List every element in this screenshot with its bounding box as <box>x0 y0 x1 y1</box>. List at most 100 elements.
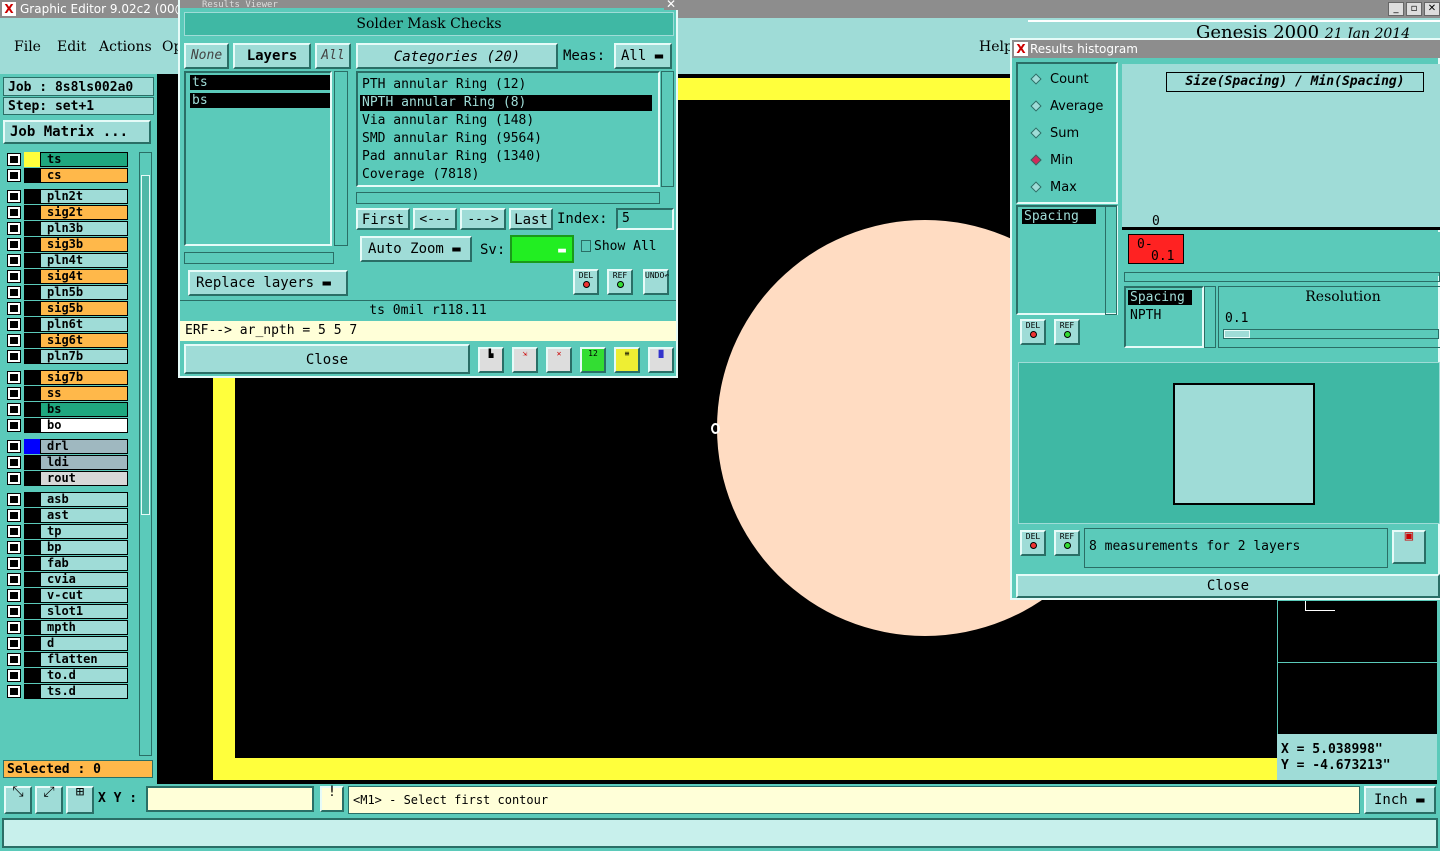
layer-checkbox[interactable] <box>7 387 21 400</box>
layer-name[interactable]: v-cut <box>40 588 128 603</box>
layer-row-pln2t[interactable]: pln2t <box>6 189 128 204</box>
layer-checkbox[interactable] <box>7 286 21 299</box>
radio-sum[interactable]: Sum <box>1030 126 1112 141</box>
mark-icon[interactable]: ▙ <box>478 347 504 373</box>
undo-button[interactable]: UNDO↶ <box>643 269 669 295</box>
layer-color-swatch[interactable] <box>24 253 40 268</box>
layer-name[interactable]: bp <box>40 540 128 555</box>
layer-checkbox[interactable] <box>7 472 21 485</box>
layer-checkbox[interactable] <box>7 190 21 203</box>
layer-row-bp[interactable]: bp <box>6 540 128 555</box>
next-button[interactable]: ---> <box>460 208 506 230</box>
exit-icon[interactable]: ⇲ <box>512 347 538 373</box>
layer-row-tp[interactable]: tp <box>6 524 128 539</box>
zoom-box-icon[interactable]: ⤡ <box>4 785 32 814</box>
layer-row-ast[interactable]: ast <box>6 508 128 523</box>
maximize-button[interactable]: ▫ <box>1406 2 1422 16</box>
layer-color-swatch[interactable] <box>24 572 40 587</box>
layer-checkbox[interactable] <box>7 318 21 331</box>
layer-name[interactable]: bo <box>40 418 128 433</box>
layer-checkbox[interactable] <box>7 685 21 698</box>
layer-name[interactable]: tp <box>40 524 128 539</box>
layer-name[interactable]: sig3b <box>40 237 128 252</box>
categories-vscroll[interactable] <box>661 71 674 187</box>
layer-color-swatch[interactable] <box>24 471 40 486</box>
layer-row-rout[interactable]: rout <box>6 471 128 486</box>
first-button[interactable]: First <box>356 208 410 230</box>
layer-color-swatch[interactable] <box>24 439 40 454</box>
layer-row-v-cut[interactable]: v-cut <box>6 588 128 603</box>
layer-row-ss[interactable]: ss <box>6 386 128 401</box>
measure-vscroll[interactable] <box>1105 205 1117 315</box>
filter-npth[interactable]: NPTH <box>1130 308 1161 323</box>
grid-icon[interactable]: ⊞ <box>66 785 94 814</box>
result-layer-bs[interactable]: bs <box>190 93 330 108</box>
layer-name[interactable]: mpth <box>40 620 128 635</box>
layer-name[interactable]: rout <box>40 471 128 486</box>
last-button[interactable]: Last <box>509 208 553 230</box>
layer-name[interactable]: sig4t <box>40 269 128 284</box>
erf-off-icon[interactable]: ✕ <box>546 347 572 373</box>
layer-row-cvia[interactable]: cvia <box>6 572 128 587</box>
layer-checkbox[interactable] <box>7 206 21 219</box>
ref-button[interactable]: REF <box>607 269 633 295</box>
layer-checkbox[interactable] <box>7 222 21 235</box>
histogram-bin-0[interactable]: 0- 0.1 <box>1128 234 1184 264</box>
layer-row-sig3b[interactable]: sig3b <box>6 237 128 252</box>
pan-icon[interactable]: ⤢ <box>35 785 63 814</box>
layer-color-swatch[interactable] <box>24 152 40 167</box>
layer-color-swatch[interactable] <box>24 333 40 348</box>
replace-layers-dropdown[interactable]: Replace layers ▬ <box>188 270 348 296</box>
units-dropdown[interactable]: Inch ▬ <box>1364 786 1436 814</box>
resolution-slider-thumb[interactable] <box>1224 330 1250 338</box>
viewer-close-button[interactable]: Close <box>184 344 470 374</box>
filter-vscroll[interactable] <box>1204 286 1216 348</box>
hist-del-button-2[interactable]: DEL <box>1020 530 1046 556</box>
layer-row-pln6t[interactable]: pln6t <box>6 317 128 332</box>
radio-max[interactable]: Max <box>1030 180 1112 195</box>
sv-color-dropdown[interactable]: ▬ <box>510 235 574 263</box>
layer-color-swatch[interactable] <box>24 317 40 332</box>
layer-name[interactable]: d <box>40 636 128 651</box>
layer-checkbox[interactable] <box>7 653 21 666</box>
layer-color-swatch[interactable] <box>24 205 40 220</box>
layer-color-swatch[interactable] <box>24 652 40 667</box>
menu-help[interactable]: Help <box>979 39 1013 55</box>
radio-count[interactable]: Count <box>1030 72 1112 87</box>
layer-name[interactable]: ss <box>40 386 128 401</box>
layer-name[interactable]: pln5b <box>40 285 128 300</box>
layer-checkbox[interactable] <box>7 403 21 416</box>
layer-checkbox[interactable] <box>7 541 21 554</box>
categories-header-button[interactable]: Categories (20) <box>356 43 558 69</box>
layer-color-swatch[interactable] <box>24 636 40 651</box>
layer-name[interactable]: sig5b <box>40 301 128 316</box>
layer-color-swatch[interactable] <box>24 269 40 284</box>
minimize-button[interactable]: _ <box>1388 2 1404 16</box>
layer-color-swatch[interactable] <box>24 221 40 236</box>
layer-checkbox[interactable] <box>7 589 21 602</box>
layer-name[interactable]: pln2t <box>40 189 128 204</box>
layer-row-sig4t[interactable]: sig4t <box>6 269 128 284</box>
layer-checkbox[interactable] <box>7 621 21 634</box>
auto-zoom-dropdown[interactable]: Auto Zoom ▬ <box>360 236 472 262</box>
layer-row-drl[interactable]: drl <box>6 439 128 454</box>
layer-name[interactable]: asb <box>40 492 128 507</box>
layer-color-swatch[interactable] <box>24 508 40 523</box>
category-item[interactable]: NPTH annular Ring (8) <box>360 95 652 111</box>
layer-row-cs[interactable]: cs <box>6 168 128 183</box>
layer-color-swatch[interactable] <box>24 556 40 571</box>
layer-row-ldi[interactable]: ldi <box>6 455 128 470</box>
layer-name[interactable]: flatten <box>40 652 128 667</box>
layer-checkbox[interactable] <box>7 509 21 522</box>
result-layer-ts[interactable]: ts <box>190 75 330 90</box>
layer-checkbox[interactable] <box>7 254 21 267</box>
layer-checkbox[interactable] <box>7 669 21 682</box>
radio-average[interactable]: Average <box>1030 99 1112 114</box>
histogram-close-button[interactable]: Close <box>1016 574 1440 598</box>
layer-checkbox[interactable] <box>7 637 21 650</box>
category-item[interactable]: Via annular Ring (148) <box>360 113 652 129</box>
layer-row-slot1[interactable]: slot1 <box>6 604 128 619</box>
layer-checkbox[interactable] <box>7 153 21 166</box>
layers-header-button[interactable]: Layers <box>233 43 311 69</box>
layer-checkbox[interactable] <box>7 270 21 283</box>
